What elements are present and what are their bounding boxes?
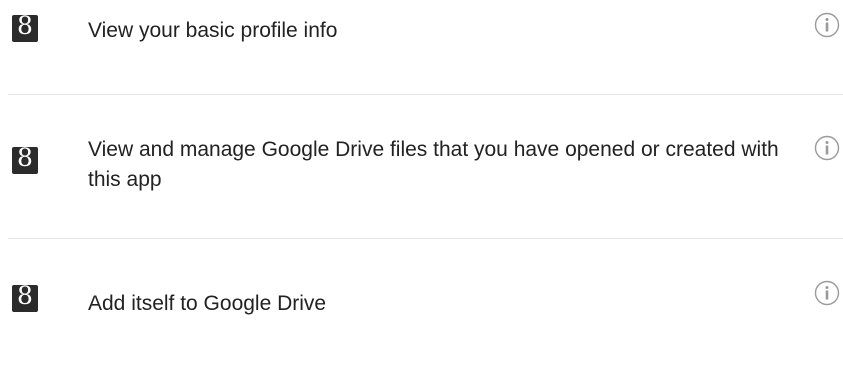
- permission-list: 8 View your basic profile info 8 View an…: [0, 0, 843, 366]
- info-icon[interactable]: [814, 12, 840, 38]
- info-icon[interactable]: [814, 280, 840, 306]
- google-plus-g-icon: 8: [12, 13, 38, 42]
- google-plus-g-icon: 8: [12, 283, 38, 312]
- permission-text: View your basic profile info: [88, 19, 338, 42]
- permission-item: 8 View your basic profile info: [0, 0, 843, 94]
- google-plus-g-icon: 8: [12, 145, 38, 174]
- permission-text: Add itself to Google Drive: [88, 292, 327, 315]
- info-icon[interactable]: [814, 135, 840, 161]
- permission-item: 8 View and manage Google Drive files tha…: [0, 95, 843, 238]
- permission-item: 8 Add itself to Google Drive: [0, 239, 843, 366]
- permission-text: View and manage Google Drive files that …: [88, 138, 779, 191]
